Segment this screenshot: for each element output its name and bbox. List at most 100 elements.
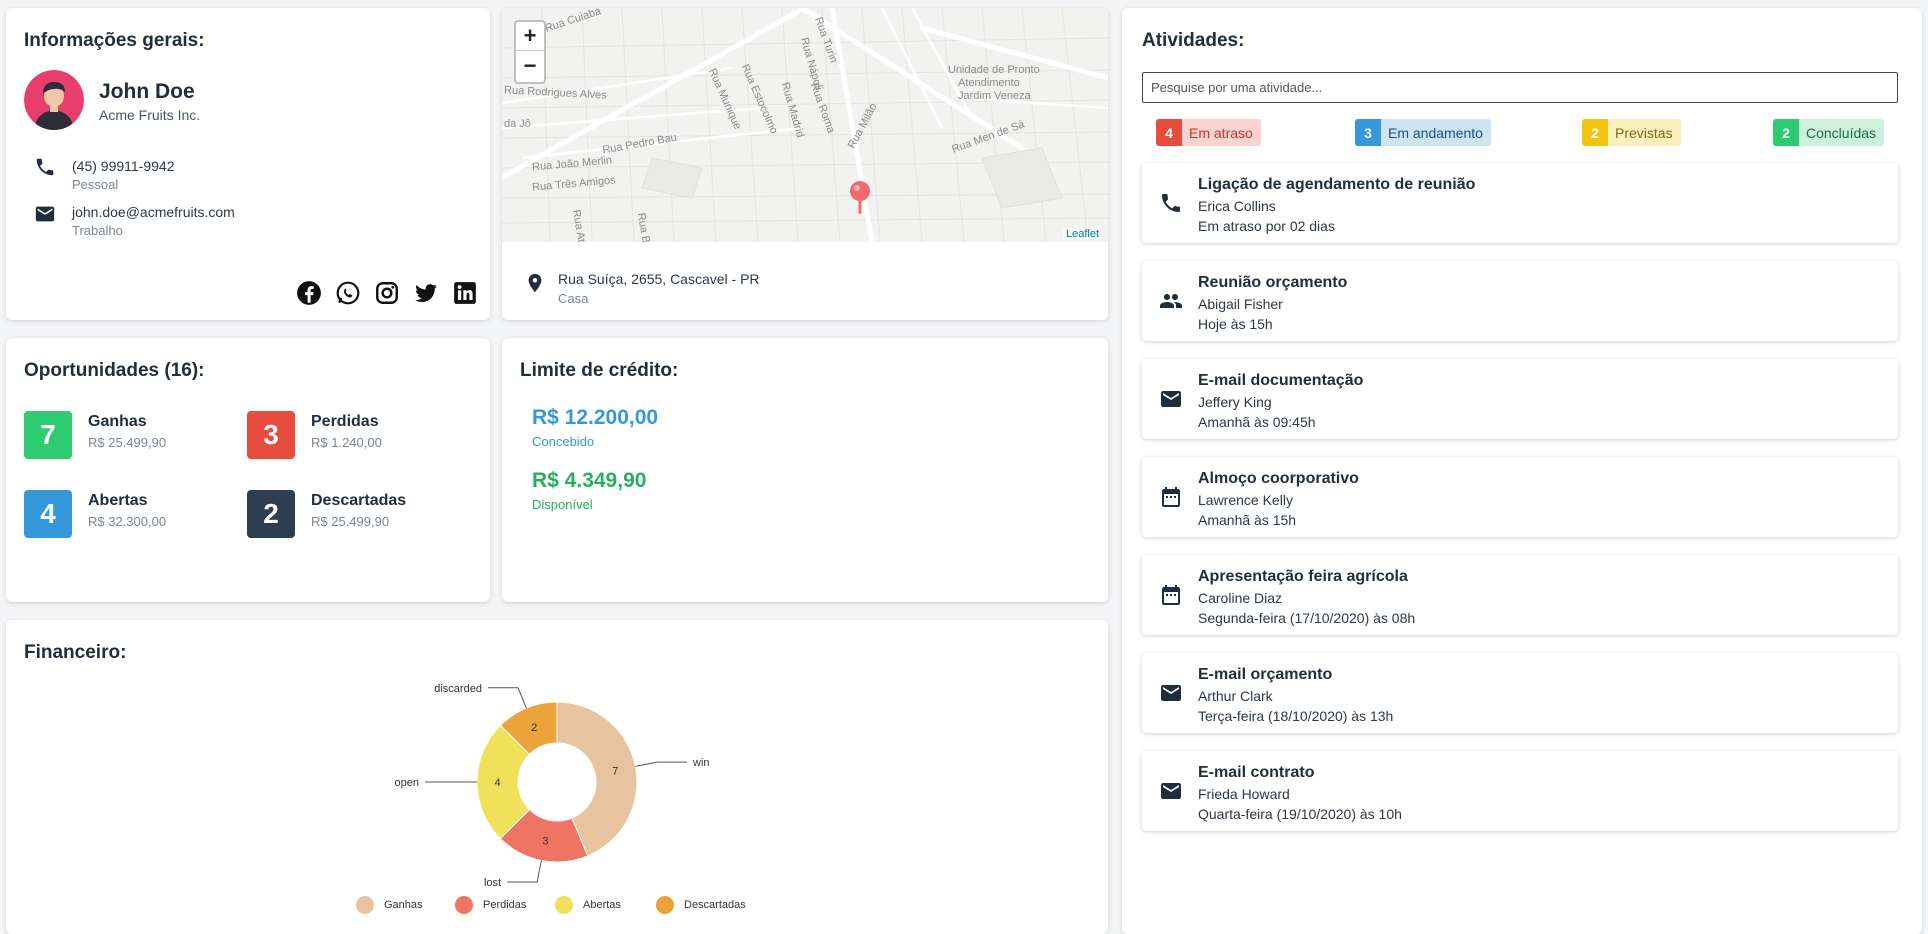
legend-label: Ganhas — [384, 899, 423, 911]
donut-value-label: 3 — [542, 835, 548, 847]
map-marker-icon[interactable] — [849, 180, 871, 214]
mail-icon — [1161, 685, 1181, 701]
legend-label: Descartadas — [684, 899, 746, 911]
financial-card: Financeiro: 7 win 3 lost 4 open 2 discarded Gan… — [6, 620, 1108, 934]
location-pin-icon — [528, 273, 542, 293]
twitter-icon[interactable] — [413, 280, 439, 306]
donut-leader-line — [635, 761, 688, 767]
map[interactable]: Rua Cuiabá Rua Rodrigues Alves da Jô Rua… — [502, 8, 1108, 242]
lost-count-badge[interactable]: 3 — [247, 411, 295, 459]
activities-card: Atividades: 4 Em atraso 3 Em andamento 2… — [1122, 8, 1922, 934]
phone-icon — [36, 158, 54, 176]
street-label: Jardim Veneza — [958, 90, 1031, 102]
discarded-count-badge[interactable]: 2 — [247, 490, 295, 538]
filter-overdue[interactable]: 4 Em atraso — [1156, 119, 1261, 146]
phone-number[interactable]: (45) 99911-9942 — [72, 158, 174, 174]
activity-person: Abigail Fisher — [1198, 296, 1283, 312]
address: Rua Suíça, 2655, Cascavel - PR — [558, 271, 760, 287]
activity-person: Lawrence Kelly — [1198, 492, 1293, 508]
legend-item-lost[interactable]: Perdidas — [455, 896, 526, 914]
legend-swatch — [455, 896, 473, 914]
filter-scheduled[interactable]: 2 Previstas — [1582, 119, 1681, 146]
won-label: Ganhas — [88, 413, 147, 430]
legend-swatch — [356, 896, 374, 914]
donut-slice-label: lost — [484, 877, 501, 889]
facebook-icon[interactable] — [296, 280, 322, 306]
address-type: Casa — [558, 291, 589, 306]
filter-count: 2 — [1582, 119, 1608, 146]
activity-due: Amanhã às 15h — [1198, 512, 1297, 528]
filter-label: Em andamento — [1388, 124, 1483, 141]
calendar-icon — [1162, 585, 1180, 605]
general-info-title: Informações gerais: — [24, 30, 205, 51]
whatsapp-icon[interactable] — [335, 280, 361, 306]
activity-person: Frieda Howard — [1198, 786, 1290, 802]
mail-icon — [1161, 391, 1181, 407]
zoom-out-button[interactable]: − — [516, 51, 544, 80]
open-label: Abertas — [88, 492, 148, 509]
street-label: da Jô — [504, 118, 531, 130]
contact-name: John Doe — [99, 80, 195, 103]
open-count-badge[interactable]: 4 — [24, 490, 72, 538]
street-label: Atendimento — [958, 77, 1020, 89]
activity-person: Caroline Diaz — [1198, 590, 1283, 606]
opportunities-title: Oportunidades (16): — [24, 360, 205, 381]
linkedin-icon[interactable] — [452, 280, 478, 306]
legend-item-open[interactable]: Abertas — [555, 896, 621, 914]
activity-due: Terça-feira (18/10/2020) às 13h — [1198, 708, 1394, 724]
activity-due: Segunda-feira (17/10/2020) às 08h — [1198, 610, 1416, 626]
activity-person: Jeffery King — [1198, 394, 1272, 410]
avatar — [24, 70, 84, 130]
filter-label: Concluídas — [1806, 124, 1877, 141]
legend-swatch — [555, 896, 573, 914]
granted-credit-value: R$ 12.200,00 — [532, 406, 659, 429]
legend-item-won[interactable]: Ganhas — [356, 896, 423, 914]
discarded-label: Descartadas — [311, 492, 407, 509]
filter-count: 2 — [1773, 119, 1799, 146]
activity-title: E-mail contrato — [1198, 764, 1315, 781]
activity-person: Erica Collins — [1198, 198, 1276, 214]
calendar-icon — [1162, 487, 1180, 507]
filter-in-progress[interactable]: 3 Em andamento — [1355, 119, 1491, 146]
won-count-badge[interactable]: 7 — [24, 411, 72, 459]
activity-item[interactable]: E-mail orçamento Arthur Clark Terça-feir… — [1142, 653, 1898, 733]
donut-leader-line — [487, 687, 527, 709]
instagram-icon[interactable] — [374, 280, 400, 306]
mail-icon — [35, 206, 55, 222]
credit-limit-card: Limite de crédito: R$ 12.200,00 Concebid… — [502, 338, 1108, 602]
activity-search-input[interactable] — [1142, 72, 1898, 103]
phone-type: Pessoal — [72, 177, 119, 192]
available-credit-value: R$ 4.349,90 — [532, 469, 647, 492]
map-card: Rua Cuiabá Rua Rodrigues Alves da Jô Rua… — [502, 8, 1108, 320]
activity-item[interactable]: Reunião orçamento Abigail Fisher Hoje às… — [1142, 261, 1898, 341]
activity-title: Apresentação feira agrícola — [1198, 568, 1408, 585]
filter-label: Previstas — [1615, 124, 1673, 141]
activity-title: Reunião orçamento — [1198, 274, 1348, 291]
filter-completed[interactable]: 2 Concluídas — [1773, 119, 1885, 146]
activity-item[interactable]: E-mail documentação Jeffery King Amanhã … — [1142, 359, 1898, 439]
email-address[interactable]: john.doe@acmefruits.com — [72, 204, 235, 220]
activity-person: Arthur Clark — [1198, 688, 1273, 704]
donut-slice-label: open — [395, 777, 419, 789]
activity-item[interactable]: Ligação de agendamento de reunião Erica … — [1142, 163, 1898, 243]
leaflet-attribution-link[interactable]: Leaflet — [1062, 228, 1102, 240]
available-credit-label: Disponível — [532, 497, 593, 512]
donut-leader-line — [507, 860, 542, 883]
phone-icon — [1162, 194, 1180, 212]
filter-count: 4 — [1156, 119, 1182, 146]
street-label: Unidade de Pronto — [948, 64, 1040, 76]
activity-item[interactable]: Apresentação feira agrícola Caroline Dia… — [1142, 555, 1898, 635]
donut-value-label: 2 — [531, 722, 537, 734]
legend-label: Perdidas — [483, 899, 527, 911]
activities-title: Atividades: — [1142, 30, 1245, 51]
lost-value: R$ 1.240,00 — [311, 435, 382, 450]
activity-title: E-mail orçamento — [1198, 666, 1333, 683]
email-type: Trabalho — [72, 223, 123, 238]
zoom-in-button[interactable]: + — [516, 22, 544, 51]
general-info-card: Informações gerais: John Doe Acme Fruits… — [6, 8, 490, 320]
activity-item[interactable]: E-mail contrato Frieda Howard Quarta-fei… — [1142, 751, 1898, 831]
granted-credit-label: Concebido — [532, 434, 595, 449]
credit-limit-title: Limite de crédito: — [520, 360, 679, 381]
legend-item-discarded[interactable]: Descartadas — [656, 896, 746, 914]
activity-item[interactable]: Almoço coorporativo Lawrence Kelly Amanh… — [1142, 457, 1898, 537]
